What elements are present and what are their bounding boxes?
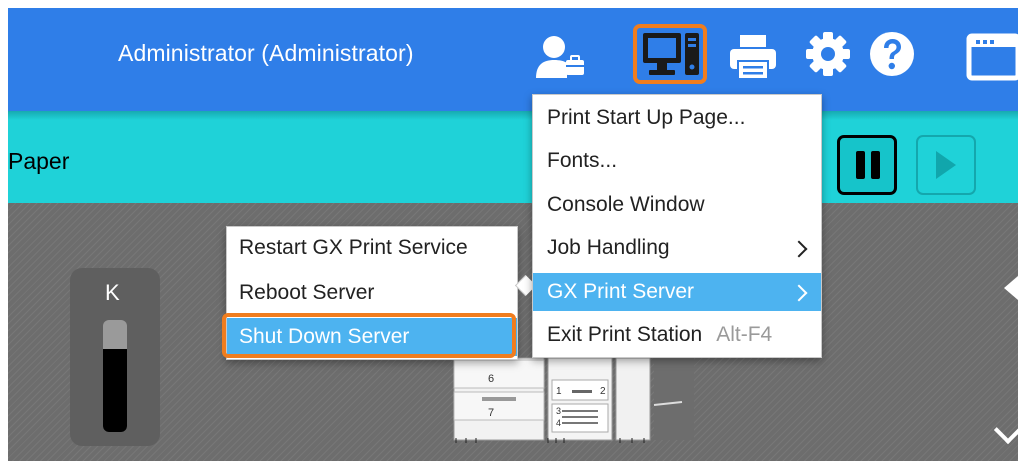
menu-item-label: Fonts...: [547, 149, 618, 172]
tray-label: 1: [556, 386, 562, 397]
print-station-window: Administrator (Administrator) Paper K 6 …: [0, 0, 1018, 461]
menu-item-exit-print-station[interactable]: Exit Print Station Alt-F4: [533, 316, 821, 354]
monitor-dropdown-menu: Print Start Up Page... Fonts... Console …: [532, 94, 822, 358]
toner-level-fill: [103, 349, 127, 432]
chevron-right-icon: [790, 240, 808, 258]
printer-icon[interactable]: [728, 33, 778, 81]
tray-label: 3: [556, 406, 561, 416]
chevron-right-icon: [790, 284, 808, 302]
monitor-icon[interactable]: [641, 31, 701, 79]
play-icon: [936, 151, 956, 179]
tray-label: 4: [556, 418, 561, 428]
menu-item-label: Job Handling: [547, 236, 670, 259]
tray-label: 7: [488, 407, 494, 419]
toner-gauge: [103, 320, 127, 432]
menu-item-restart-gx-print-service[interactable]: Restart GX Print Service: [227, 229, 517, 267]
menu-item-label: Reboot Server: [239, 281, 375, 304]
tray-label: 2: [600, 386, 606, 397]
help-icon[interactable]: [868, 30, 916, 78]
menu-item-label: Print Start Up Page...: [547, 106, 746, 129]
gx-print-server-submenu: Restart GX Print Service Reboot Server S…: [226, 226, 518, 360]
menu-item-gx-print-server[interactable]: GX Print Server: [533, 273, 821, 311]
menu-item-label: Shut Down Server: [239, 325, 410, 348]
toner-label: K: [105, 280, 120, 305]
shortcut-label: Alt-F4: [716, 323, 773, 346]
menu-item-label: Console Window: [547, 193, 705, 216]
paper-title: Paper: [8, 148, 70, 174]
menu-item-console-window[interactable]: Console Window: [533, 186, 821, 224]
printer-diagram[interactable]: 6 7 1 2 3 4: [452, 350, 702, 445]
menu-item-shut-down-server[interactable]: Shut Down Server: [227, 318, 517, 356]
user-icon[interactable]: [536, 34, 586, 78]
window-icon[interactable]: [966, 33, 1018, 81]
menu-item-fonts[interactable]: Fonts...: [533, 142, 821, 180]
menu-item-label: GX Print Server: [547, 280, 695, 303]
user-label: Administrator (Administrator): [118, 40, 414, 66]
menu-item-reboot-server[interactable]: Reboot Server: [227, 274, 517, 312]
menu-item-label: Exit Print Station: [547, 323, 703, 346]
menu-item-label: Restart GX Print Service: [239, 236, 468, 259]
menu-item-job-handling[interactable]: Job Handling: [533, 229, 821, 267]
menu-item-print-start-up-page[interactable]: Print Start Up Page...: [533, 99, 821, 137]
play-button[interactable]: [916, 135, 976, 195]
pause-button[interactable]: [837, 135, 897, 195]
gear-icon[interactable]: [805, 31, 851, 77]
tray-label: 6: [488, 373, 494, 385]
expand-right-icon[interactable]: [1004, 276, 1018, 300]
